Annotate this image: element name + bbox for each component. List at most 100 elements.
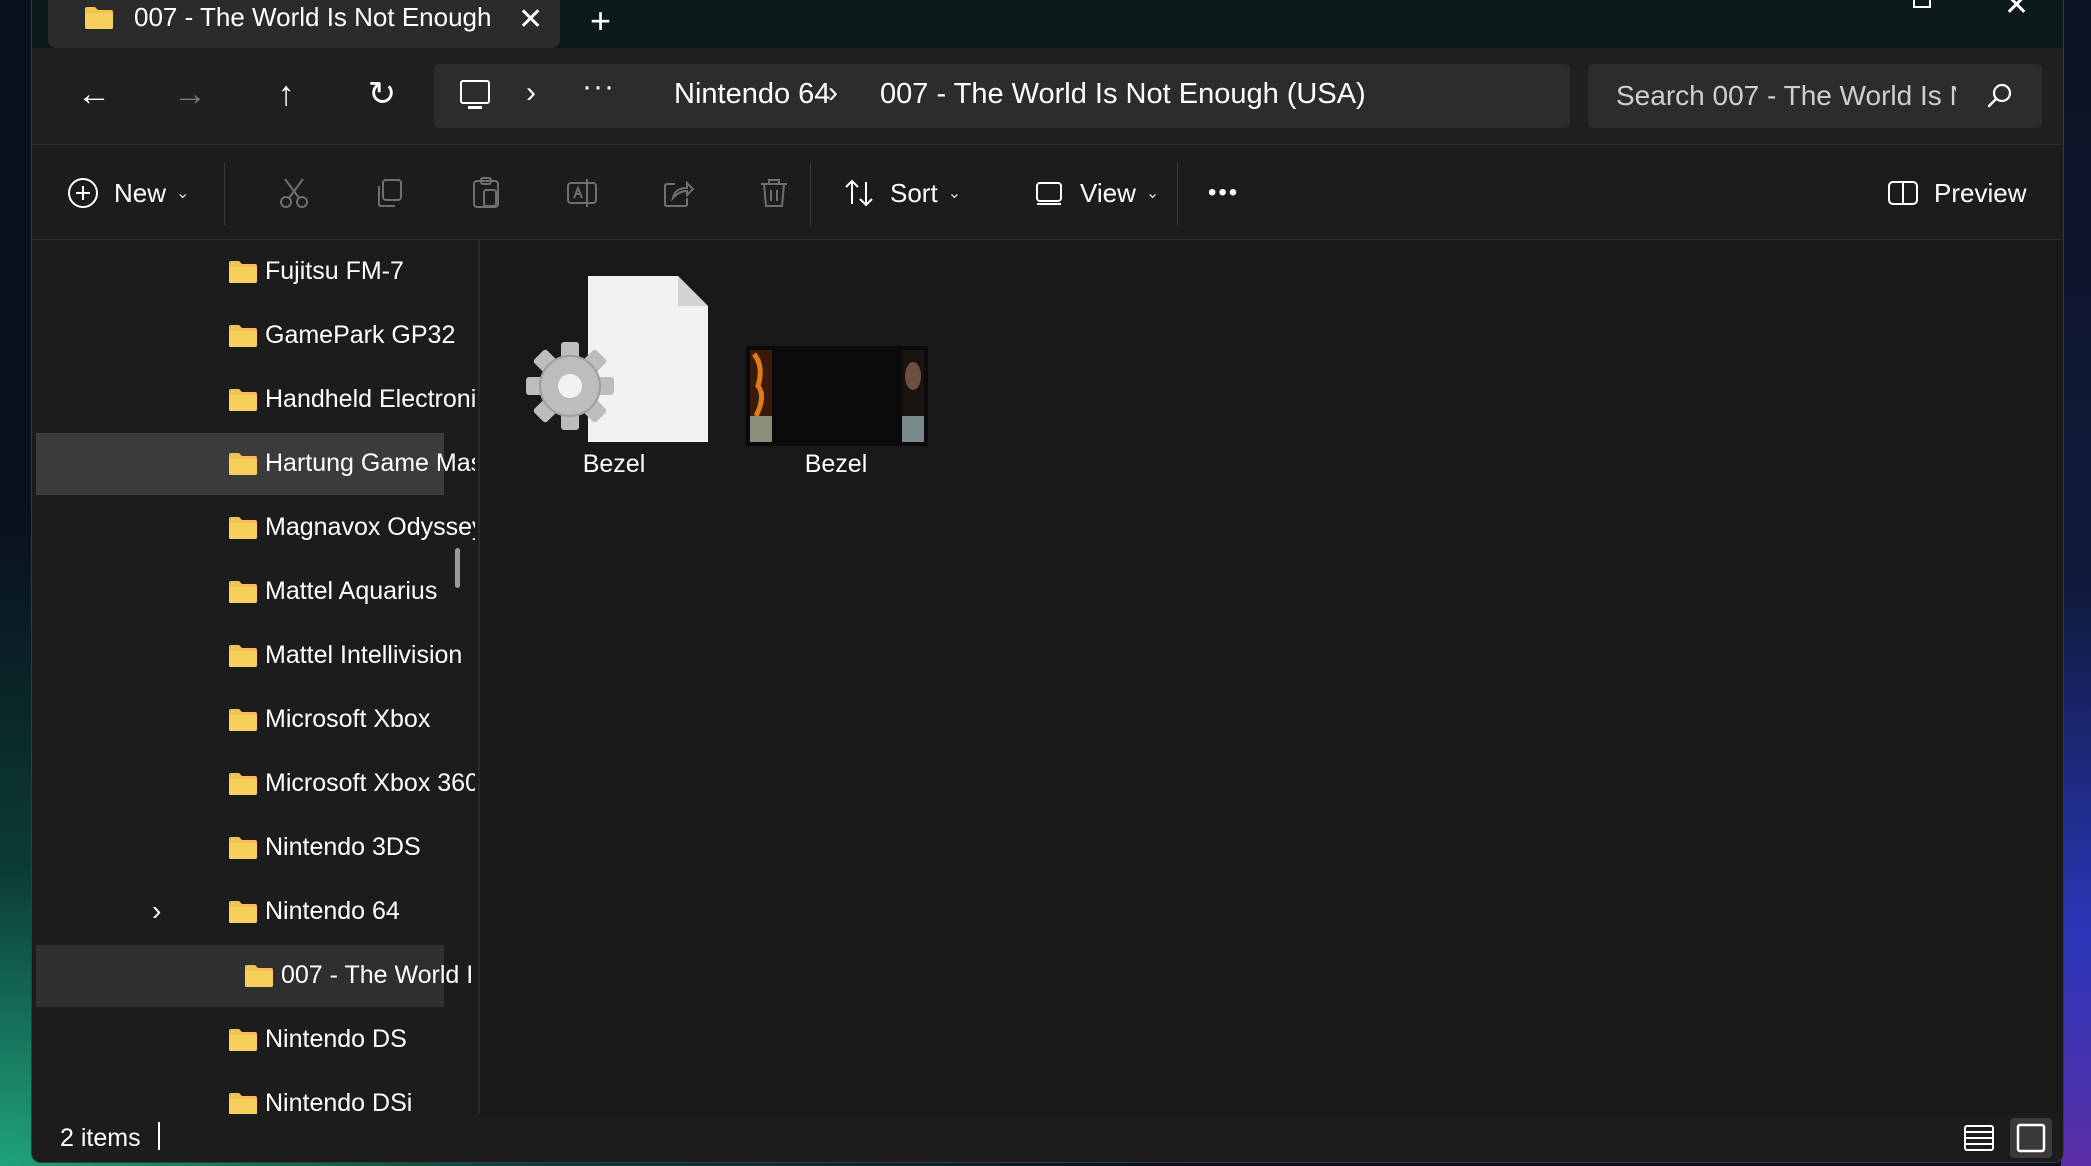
refresh-button[interactable]: ↻: [358, 70, 406, 118]
add-circle-icon: [68, 178, 98, 208]
sidebar-item-label: Microsoft Xbox 360: [265, 769, 475, 797]
search-box[interactable]: Search 007 - The World Is Not Enough (US…: [1588, 64, 2042, 128]
search-icon[interactable]: [1986, 82, 2014, 110]
navigation-bar: ← → ↑ ↻ › ··· Nintendo 64 › 007 - The Wo…: [32, 48, 2063, 144]
sidebar-item-label: Microsoft Xbox: [265, 705, 431, 733]
folder-icon: [229, 261, 257, 283]
maximize-icon[interactable]: [1913, 0, 1931, 8]
paste-button[interactable]: [469, 145, 503, 241]
details-view-icon[interactable]: [1958, 1118, 2000, 1158]
sidebar-item-label: Nintendo DS: [265, 1025, 407, 1053]
sidebar-item[interactable]: Mattel Intellivision: [36, 625, 462, 687]
window-close-icon[interactable]: ✕: [2004, 0, 2029, 23]
breadcrumb-overflow-button[interactable]: ···: [582, 70, 615, 104]
sidebar-item[interactable]: Mattel Aquarius: [36, 561, 444, 623]
breadcrumb-separator[interactable]: ›: [526, 76, 536, 110]
share-button[interactable]: [661, 145, 695, 241]
folder-icon: [229, 901, 257, 923]
clipboard-icon: [473, 177, 499, 208]
rename-button[interactable]: [565, 145, 599, 241]
expand-chevron-icon[interactable]: ›: [152, 895, 161, 927]
folder-icon: [229, 325, 257, 347]
folder-icon: [229, 645, 257, 667]
file-item[interactable]: Bezel: [736, 266, 936, 486]
tab-current-folder[interactable]: 007 - The World Is Not Enough (USA) ✕: [48, 0, 560, 48]
preview-label: Preview: [1934, 177, 2027, 208]
copy-icon: [378, 179, 402, 207]
this-pc-icon[interactable]: [460, 80, 490, 109]
sort-button[interactable]: Sort ⌄: [842, 145, 961, 241]
sidebar-item-label: Handheld Electronic Games: [265, 385, 475, 413]
folder-icon: [229, 709, 257, 731]
file-name: Bezel: [804, 450, 868, 478]
back-button[interactable]: ←: [70, 70, 118, 118]
file-item[interactable]: Bezel: [514, 266, 714, 486]
sidebar-item[interactable]: 007 - The World Is Not Enough (USA): [36, 945, 471, 1007]
sidebar-item-label: Magnavox Odyssey: [265, 513, 475, 541]
copy-button[interactable]: [373, 145, 407, 241]
desktop-wallpaper-edge: [2061, 0, 2091, 1166]
chevron-down-icon: ⌄: [176, 185, 190, 202]
view-button[interactable]: View ⌄: [1032, 145, 1159, 241]
folder-icon: [229, 773, 257, 795]
divider: [1177, 163, 1178, 225]
sidebar-item[interactable]: Microsoft Xbox: [36, 689, 444, 751]
share-icon: [664, 180, 695, 207]
folder-icon: [229, 453, 257, 475]
folder-icon: [229, 581, 257, 603]
more-options-button[interactable]: •••: [1208, 145, 1239, 241]
sidebar-item-label: Nintendo DSi: [265, 1089, 413, 1114]
chevron-down-icon: ⌄: [947, 185, 962, 202]
command-bar: New ⌄ Sort ⌄ View ⌄ ••• Preview: [32, 144, 2063, 240]
sidebar-item[interactable]: Microsoft Xbox 360: [36, 753, 475, 815]
delete-button[interactable]: [757, 145, 791, 241]
sidebar-item[interactable]: Handheld Electronic Games: [36, 369, 475, 431]
file-name: Bezel: [582, 450, 646, 478]
sidebar-item[interactable]: Magnavox Odyssey: [36, 497, 475, 559]
breadcrumb-current-folder[interactable]: 007 - The World Is Not Enough (USA): [880, 78, 1366, 111]
sidebar-item[interactable]: Nintendo DS: [36, 1009, 444, 1071]
preview-pane-button[interactable]: Preview: [1886, 145, 2026, 241]
sidebar-item[interactable]: Nintendo 3DS: [36, 817, 444, 879]
sidebar-item[interactable]: Fujitsu FM-7: [36, 241, 444, 303]
search-input[interactable]: Search 007 - The World Is Not Enough (US…: [1616, 80, 1956, 112]
file-list-area[interactable]: Bezel Bezel: [480, 240, 2063, 1114]
divider: [810, 163, 811, 225]
sidebar-item-label: Mattel Intellivision: [265, 641, 463, 669]
breadcrumb-separator[interactable]: ›: [828, 76, 838, 110]
view-layout-icon: [1036, 182, 1062, 205]
tab-title: 007 - The World Is Not Enough (USA): [134, 2, 494, 32]
sidebar-item-label: Nintendo 64: [265, 897, 400, 925]
breadcrumb-nintendo-64[interactable]: Nintendo 64: [674, 78, 830, 111]
view-label: View: [1080, 177, 1136, 208]
address-bar[interactable]: › ··· Nintendo 64 › 007 - The World Is N…: [434, 64, 1570, 128]
sidebar-item[interactable]: GamePark GP32: [36, 305, 455, 367]
sidebar-item-label: Mattel Aquarius: [265, 577, 438, 605]
status-bar: 2 items: [32, 1114, 2063, 1162]
sidebar-item-label: Hartung Game Master: [265, 449, 475, 477]
image-thumbnail-icon: [746, 346, 928, 446]
item-count: 2 items: [60, 1124, 141, 1152]
scissors-icon: [280, 178, 308, 208]
navigation-pane: Fujitsu FM-7 GamePark GP32 Handheld Electr…: [32, 240, 480, 1114]
folder-icon: [85, 7, 113, 29]
scrollbar-thumb[interactable]: [455, 548, 460, 588]
chevron-down-icon: ⌄: [1145, 185, 1160, 202]
sort-label: Sort: [890, 177, 938, 208]
sort-arrows-icon: [845, 179, 873, 207]
sidebar-item[interactable]: Hartung Game Master: [36, 433, 475, 495]
forward-button[interactable]: →: [166, 70, 214, 118]
divider: [224, 163, 225, 225]
close-tab-icon[interactable]: ✕: [518, 2, 543, 37]
cut-button[interactable]: [277, 145, 311, 241]
folder-icon: [229, 837, 257, 859]
new-button[interactable]: New ⌄: [66, 145, 189, 241]
sidebar-item[interactable]: Nintendo DSi: [36, 1073, 444, 1114]
sidebar-item[interactable]: › Nintendo 64: [36, 881, 444, 943]
new-tab-button[interactable]: +: [590, 0, 611, 42]
large-icons-view-icon[interactable]: [2010, 1118, 2052, 1158]
title-bar: 007 - The World Is Not Enough (USA) ✕ + …: [32, 0, 2063, 48]
up-button[interactable]: ↑: [262, 70, 310, 118]
folder-icon: [229, 1029, 257, 1051]
sidebar-item-label: GamePark GP32: [265, 321, 456, 349]
